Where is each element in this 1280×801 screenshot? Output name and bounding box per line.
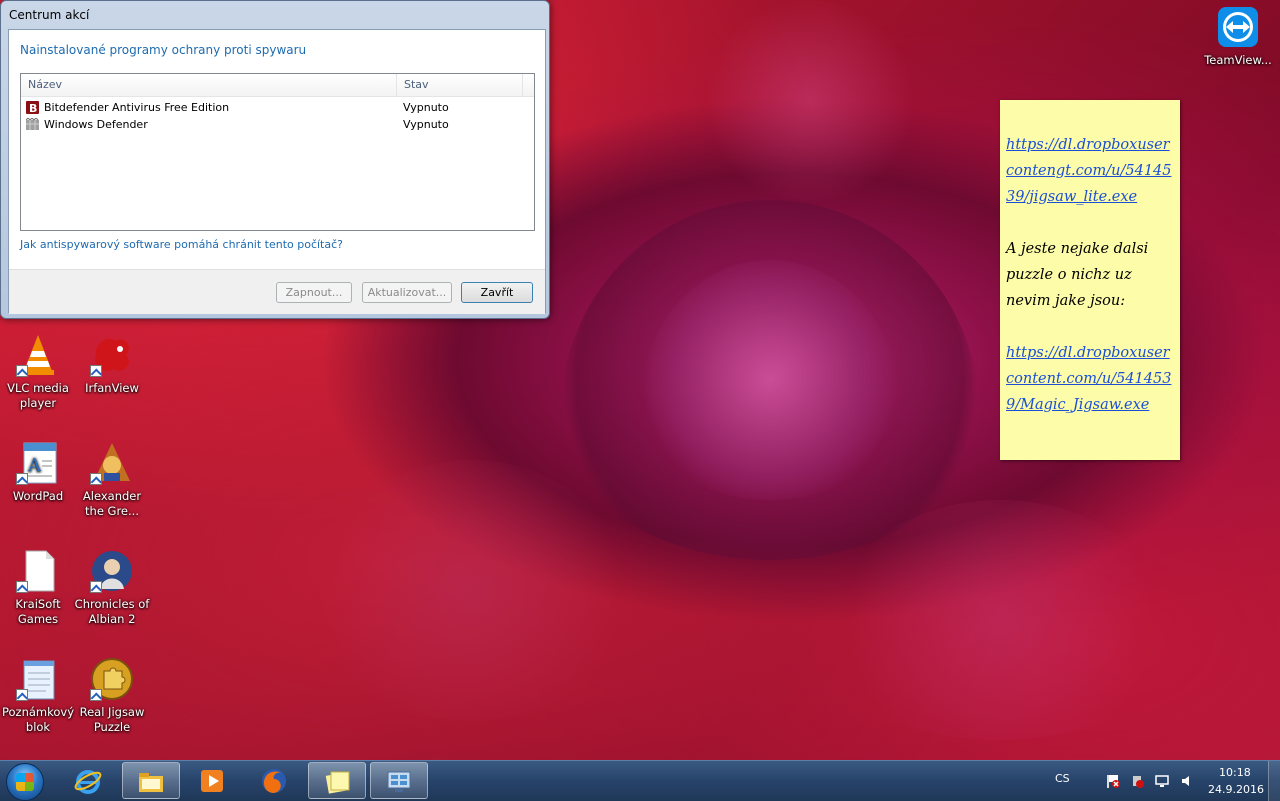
dialog-footer: Zapnout... Aktualizovat... Zavřít [9,269,545,314]
window-title: Centrum akcí [9,8,90,22]
icon-label: Real Jigsaw Puzzle [79,705,145,734]
action-center-flag-icon[interactable] [1106,774,1120,788]
icon-label: IrfanView [85,381,139,395]
clock-time[interactable]: 10:18 [1219,766,1251,779]
shortcut-arrow-icon [90,365,102,377]
program-name: Windows Defender [44,118,148,131]
shortcut-arrow-icon [16,689,28,701]
start-button[interactable] [6,763,44,801]
list-header: Název Stav [21,74,534,97]
notepad-icon [16,657,60,701]
file-icon [16,549,60,593]
sticky-note[interactable]: https://dl.dropboxusercontengt.com/u/541… [1000,100,1180,460]
vlc-icon [16,333,60,377]
bitdefender-icon: B [26,101,39,115]
media-player-icon [201,770,223,792]
desktop-icon-alexander[interactable]: Alexander the Gre... [74,441,150,519]
safely-remove-hardware-icon[interactable] [1130,774,1144,788]
wallpaper-petal [300,460,640,720]
sticky-note-text: A jeste nejake dalsi puzzle o nichz uz n… [1006,241,1149,309]
icon-label: VLC media player [7,381,69,410]
desktop-icon-teamviewer[interactable]: TeamView... [1198,5,1278,68]
sticky-link-magic-jigsaw[interactable]: https://dl.dropboxusercontent.com/u/5414… [1006,345,1171,413]
alexander-game-icon [90,441,134,485]
taskbar-explorer[interactable] [122,762,180,799]
desktop-icon-vlc[interactable]: VLC media player [0,333,76,411]
icon-label: Chronicles of Albian 2 [74,597,150,626]
action-center-window: Centrum akcí Nainstalované programy ochr… [0,0,550,319]
show-desktop-button[interactable] [1268,761,1280,801]
icon-label: TeamView... [1204,53,1272,67]
list-item[interactable]: Windows Defender Vypnuto [21,116,534,133]
program-status: Vypnuto [403,101,449,114]
shortcut-arrow-icon [16,581,28,593]
taskbar-ie[interactable] [60,762,118,799]
icon-label: Alexander the Gre... [82,489,142,518]
shortcut-arrow-icon [90,581,102,593]
desktop-icon-kraisoft[interactable]: KraiSoft Games [0,549,76,627]
sticky-link-jigsaw-lite[interactable]: https://dl.dropboxusercontengt.com/u/541… [1006,137,1172,205]
svg-text:B: B [29,102,37,114]
action-center-icon [387,771,411,792]
sticky-notes-icon [325,771,350,794]
puzzle-icon [90,657,134,701]
irfanview-icon [90,333,134,377]
taskbar-firefox[interactable] [246,762,304,799]
enable-button[interactable]: Zapnout... [276,282,352,303]
taskbar-media-player[interactable] [184,762,242,799]
program-name: Bitdefender Antivirus Free Edition [44,101,230,114]
taskbar: CS 10:18 24.9.2016 [0,760,1280,801]
column-header-name[interactable]: Název [21,74,397,96]
dialog-content: Nainstalované programy ochrany proti spy… [8,29,546,314]
shortcut-arrow-icon [16,473,28,485]
windows-defender-icon [25,117,39,131]
desktop-icon-wordpad[interactable]: A WordPad [0,441,76,504]
dialog-heading: Nainstalované programy ochrany proti spy… [20,43,307,57]
network-icon[interactable] [1155,774,1169,788]
wallpaper-petal [700,0,920,200]
shortcut-arrow-icon [90,689,102,701]
antispyware-list: Název Stav B Bitdefender Antivirus Free … [20,73,535,231]
column-header-status[interactable]: Stav [397,74,523,96]
desktop-icon-notepad[interactable]: Poznámkový blok [0,657,76,735]
language-indicator[interactable]: CS [1055,772,1070,785]
teamviewer-icon [1216,5,1260,49]
wordpad-icon: A [16,441,60,485]
taskbar-action-center[interactable] [370,762,428,799]
close-button[interactable]: Zavřít [461,282,533,303]
taskbar-sticky-notes[interactable] [308,762,366,799]
svg-text:A: A [27,455,42,476]
icon-label: Poznámkový blok [1,705,75,734]
shortcut-arrow-icon [90,473,102,485]
icon-label: KraiSoft Games [15,597,61,626]
volume-icon[interactable] [1180,774,1194,788]
firefox-icon [262,769,286,793]
desktop-icon-irfanview[interactable]: IrfanView [74,333,150,396]
chronicles-game-icon [90,549,134,593]
desktop-icon-real-jigsaw[interactable]: Real Jigsaw Puzzle [74,657,150,735]
list-item[interactable]: B Bitdefender Antivirus Free Edition Vyp… [21,99,534,116]
folder-icon [139,773,163,792]
help-link[interactable]: Jak antispywarový software pomáhá chráni… [20,238,343,251]
internet-explorer-icon [74,770,102,794]
icon-label: WordPad [12,489,64,503]
update-button[interactable]: Aktualizovat... [362,282,452,303]
desktop-icon-chronicles[interactable]: Chronicles of Albian 2 [74,549,150,627]
shortcut-arrow-icon [16,365,28,377]
clock-date[interactable]: 24.9.2016 [1208,783,1264,796]
program-status: Vypnuto [403,118,449,131]
